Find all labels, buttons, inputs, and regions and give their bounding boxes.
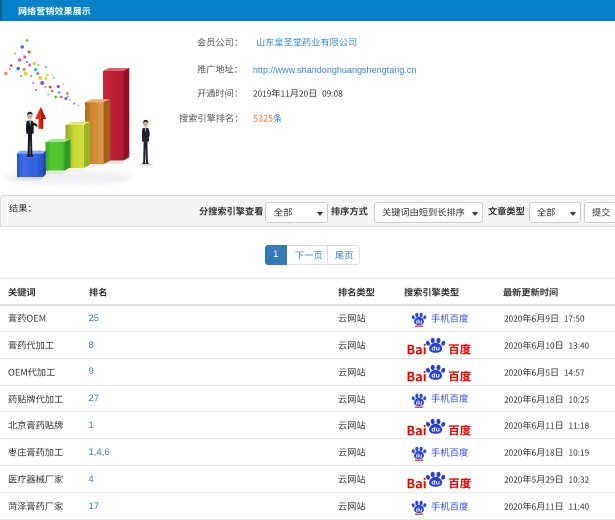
svg-text:du: du bbox=[416, 454, 422, 460]
svg-text:du: du bbox=[431, 426, 440, 433]
svg-text:du: du bbox=[431, 346, 440, 353]
svg-text:du: du bbox=[431, 373, 440, 380]
svg-text:du: du bbox=[416, 507, 422, 513]
svg-text:du: du bbox=[416, 319, 422, 325]
svg-text:du: du bbox=[431, 480, 440, 487]
svg-text:du: du bbox=[416, 400, 422, 406]
